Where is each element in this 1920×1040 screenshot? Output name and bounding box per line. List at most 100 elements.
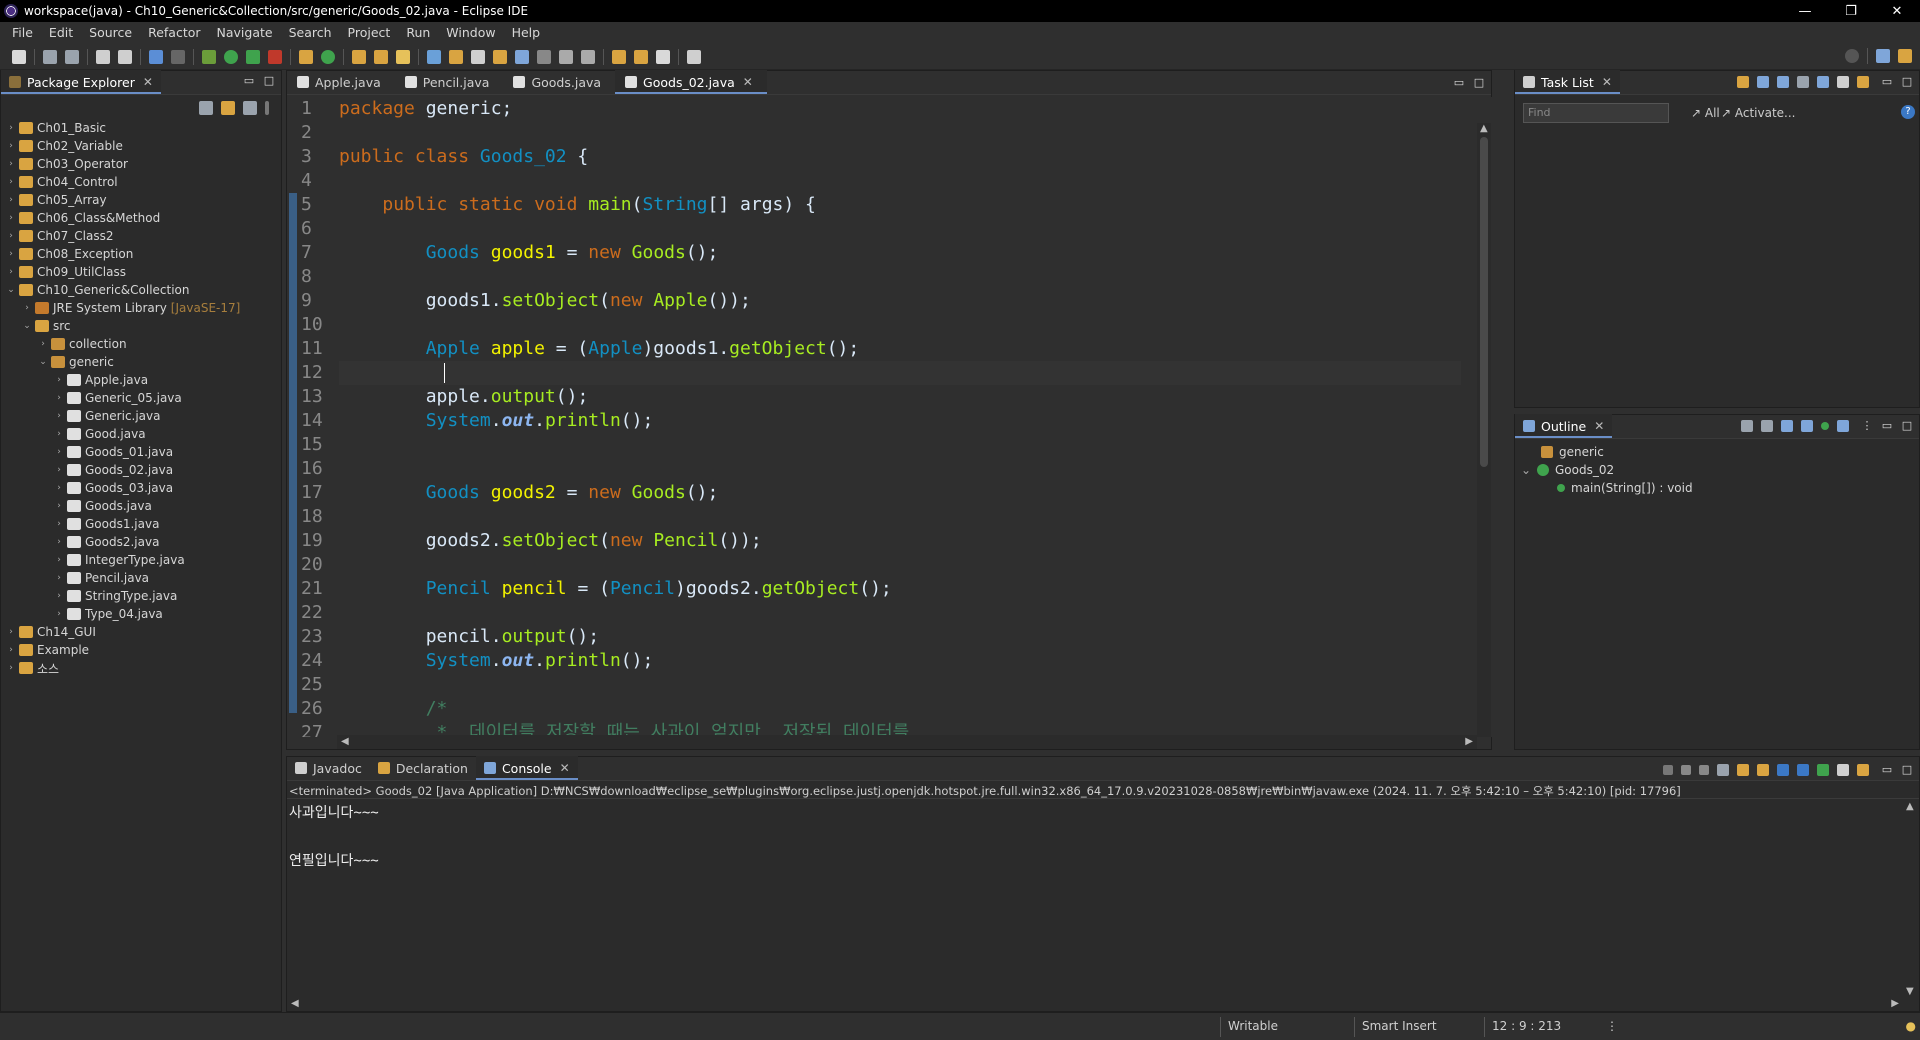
hide-nonpublic-icon[interactable]: [1801, 420, 1813, 432]
display-console-icon[interactable]: [1837, 764, 1849, 776]
tree-item[interactable]: › Goods_03.java: [1, 479, 281, 497]
back-icon[interactable]: [634, 49, 648, 64]
tree-item[interactable]: › Goods2.java: [1, 533, 281, 551]
tab-package-explorer[interactable]: Package Explorer ✕: [1, 70, 161, 94]
chevron-right-icon[interactable]: ›: [53, 375, 65, 385]
toggle-mark-icon[interactable]: [493, 49, 507, 64]
tree-item[interactable]: › Goods1.java: [1, 515, 281, 533]
new-task-icon[interactable]: [1737, 76, 1749, 88]
code-line[interactable]: public class Goods_02 {: [339, 145, 1461, 169]
tree-item[interactable]: › Goods_02.java: [1, 461, 281, 479]
terminal-icon[interactable]: [149, 49, 163, 64]
tree-item[interactable]: › Good.java: [1, 425, 281, 443]
code-line[interactable]: Pencil pencil = (Pencil)goods2.getObject…: [339, 577, 1461, 601]
chevron-down-icon[interactable]: ⌄: [21, 321, 33, 331]
open-console-icon[interactable]: [1857, 764, 1869, 776]
outline-item[interactable]: main(String[]) : void: [1521, 479, 1911, 497]
menu-file[interactable]: File: [12, 25, 33, 40]
maximize-view-icon[interactable]: □: [1901, 420, 1913, 431]
menu-search[interactable]: Search: [289, 25, 332, 40]
last-edit-icon[interactable]: [612, 49, 626, 64]
remove-launch-icon[interactable]: [1681, 765, 1691, 775]
tree-item[interactable]: ⌄ Ch10_Generic&Collection: [1, 281, 281, 299]
tree-item[interactable]: › Ch03_Operator: [1, 155, 281, 173]
external-tools-icon[interactable]: [268, 49, 282, 64]
tree-item[interactable]: › 소스: [1, 659, 281, 677]
chevron-right-icon[interactable]: ›: [5, 123, 17, 133]
chevron-right-icon[interactable]: ›: [53, 447, 65, 457]
editor-tab[interactable]: Goods.java: [503, 70, 615, 94]
close-icon[interactable]: ✕: [560, 761, 570, 775]
sort-icon[interactable]: [1741, 420, 1753, 432]
debug-icon[interactable]: [202, 49, 216, 64]
bottom-tab[interactable]: Console ✕: [475, 756, 578, 780]
chevron-right-icon[interactable]: ›: [53, 537, 65, 547]
task-activate-link[interactable]: ↗ Activate...: [1721, 106, 1796, 120]
tree-item[interactable]: › Ch08_Exception: [1, 245, 281, 263]
code-line[interactable]: package generic;: [339, 97, 1461, 121]
toggle-breadcrumb-icon[interactable]: [471, 49, 485, 64]
menu-navigate[interactable]: Navigate: [217, 25, 273, 40]
edit-icon[interactable]: [449, 49, 463, 64]
menu-project[interactable]: Project: [348, 25, 391, 40]
minimize-editor-icon[interactable]: ▭: [1453, 77, 1465, 88]
tree-item[interactable]: › Generic.java: [1, 407, 281, 425]
block-selection-icon[interactable]: [515, 49, 529, 64]
chevron-down-icon[interactable]: ⌄: [37, 357, 49, 367]
menu-source[interactable]: Source: [89, 25, 132, 40]
code-line[interactable]: [339, 505, 1461, 529]
tree-item[interactable]: › Example: [1, 641, 281, 659]
scroll-right-icon[interactable]: ▶: [1465, 736, 1473, 747]
view-menu-icon[interactable]: ⋮: [1861, 420, 1873, 431]
code-line[interactable]: goods2.setObject(new Pencil());: [339, 529, 1461, 553]
lightbulb-icon[interactable]: ●: [1906, 1019, 1916, 1033]
tree-item[interactable]: › Apple.java: [1, 371, 281, 389]
chevron-right-icon[interactable]: ›: [5, 159, 17, 169]
scroll-up-icon[interactable]: ▲: [1480, 123, 1488, 134]
chevron-right-icon[interactable]: ›: [5, 627, 17, 637]
previous-annotation-icon[interactable]: [581, 49, 595, 64]
remove-all-icon[interactable]: [1699, 765, 1709, 775]
editor-tab[interactable]: Pencil.java: [395, 70, 504, 94]
code-line[interactable]: [339, 673, 1461, 697]
chevron-right-icon[interactable]: ›: [37, 339, 49, 349]
hide-completed-icon[interactable]: [1797, 76, 1809, 88]
menu-refactor[interactable]: Refactor: [148, 25, 200, 40]
java-perspective-icon[interactable]: [1898, 49, 1912, 63]
tree-item[interactable]: › Ch04_Control: [1, 173, 281, 191]
chevron-right-icon[interactable]: ›: [53, 555, 65, 565]
close-button[interactable]: ✕: [1874, 0, 1920, 22]
console-vertical-scrollbar[interactable]: ▲ ▼: [1903, 801, 1917, 997]
tree-item[interactable]: › Ch05_Array: [1, 191, 281, 209]
task-find-input[interactable]: Find: [1523, 103, 1669, 123]
chevron-right-icon[interactable]: ›: [5, 231, 17, 241]
chevron-right-icon[interactable]: ›: [5, 267, 17, 277]
chevron-right-icon[interactable]: ›: [53, 573, 65, 583]
tree-item[interactable]: ⌄ src: [1, 317, 281, 335]
code-line[interactable]: [339, 313, 1461, 337]
chevron-right-icon[interactable]: ›: [53, 393, 65, 403]
console-horizontal-scrollbar[interactable]: ◀ ▶: [287, 997, 1903, 1011]
code-line[interactable]: [339, 361, 1461, 385]
show-on-output-icon[interactable]: [1777, 764, 1789, 776]
redo-icon[interactable]: [118, 49, 132, 64]
chevron-right-icon[interactable]: ›: [53, 411, 65, 421]
tree-item[interactable]: › collection: [1, 335, 281, 353]
code-line[interactable]: [339, 601, 1461, 625]
bottom-tab[interactable]: Declaration: [370, 756, 476, 780]
scroll-lock-icon[interactable]: [1737, 764, 1749, 776]
vertical-scrollbar[interactable]: ▲ ▼: [1477, 123, 1491, 737]
chevron-right-icon[interactable]: ›: [5, 249, 17, 259]
tree-item[interactable]: › Ch07_Class2: [1, 227, 281, 245]
code-line[interactable]: apple.output();: [339, 385, 1461, 409]
terminate-icon[interactable]: [1663, 765, 1673, 775]
tree-item[interactable]: › StringType.java: [1, 587, 281, 605]
chevron-right-icon[interactable]: ›: [53, 483, 65, 493]
chevron-right-icon[interactable]: ›: [53, 609, 65, 619]
code-line[interactable]: pencil.output();: [339, 625, 1461, 649]
chevron-right-icon[interactable]: ›: [53, 591, 65, 601]
minimize-view-icon[interactable]: ▭: [1881, 764, 1893, 775]
hide-fields-icon[interactable]: [1761, 420, 1773, 432]
code-line[interactable]: [339, 265, 1461, 289]
close-icon[interactable]: ✕: [743, 75, 753, 89]
